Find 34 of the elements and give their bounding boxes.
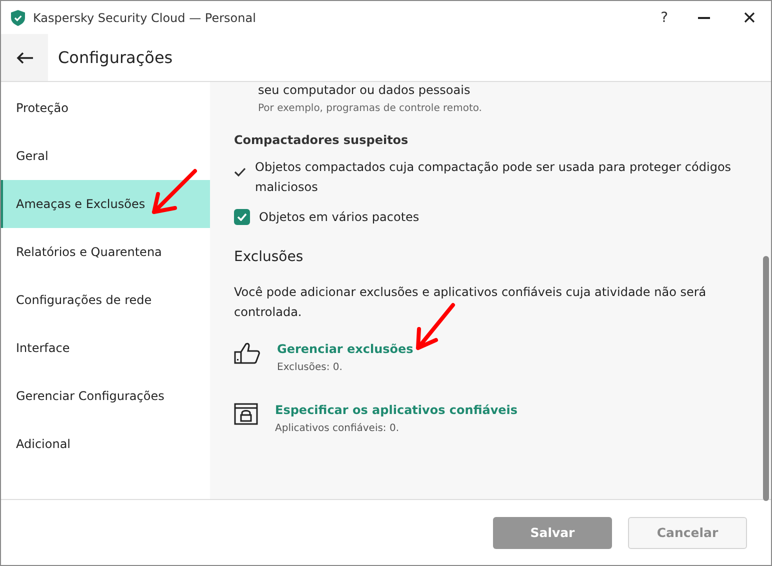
annotation-arrow xyxy=(413,302,458,352)
link-detail: Aplicativos confiáveis: 0. xyxy=(275,423,400,434)
window-lock-icon xyxy=(234,403,258,425)
back-arrow-icon xyxy=(16,52,34,64)
checkbox[interactable] xyxy=(234,209,250,225)
checkmark-icon[interactable] xyxy=(234,167,246,177)
sidebar-item[interactable]: Gerenciar Configurações xyxy=(1,372,210,420)
sidebar-item[interactable]: Relatórios e Quarentena xyxy=(1,228,210,276)
section-heading: Exclusões xyxy=(234,249,304,265)
settings-link[interactable]: Gerenciar exclusões xyxy=(277,342,414,356)
section-title: Compactadores suspeitos xyxy=(234,133,410,147)
sidebar-item[interactable]: Geral xyxy=(1,132,210,180)
shield-icon xyxy=(11,10,25,26)
option-label: Objetos em vários pacotes xyxy=(259,209,420,226)
sidebar-item[interactable]: Ameaças e Exclusões xyxy=(1,180,210,228)
settings-link[interactable]: Especificar os aplicativos confiáveis xyxy=(275,403,518,417)
sidebar-item[interactable]: Interface xyxy=(1,324,210,372)
sidebar-item[interactable]: Configurações de rede xyxy=(1,276,210,324)
sidebar-item[interactable]: Adicional xyxy=(1,420,210,468)
back-button[interactable] xyxy=(1,34,48,81)
close-icon[interactable] xyxy=(744,12,755,23)
option-hint: Por exemplo, programas de controle remoto. xyxy=(258,103,483,114)
help-button[interactable]: ? xyxy=(660,10,668,26)
option-label: Objetos compactados cuja compactação pode ser usada para proteger códigos maliciosos xyxy=(255,159,732,196)
sidebar-item[interactable]: Proteção xyxy=(1,84,210,132)
link-detail: Exclusões: 0. xyxy=(277,362,344,373)
window-title: Kaspersky Security Cloud — Personal xyxy=(33,10,256,24)
section-description: Você pode adicionar exclusões e aplicativos confiáveis cuja atividade não será controlada. xyxy=(234,284,708,321)
check-icon xyxy=(237,213,247,221)
page-title: Configurações xyxy=(58,48,173,67)
option-text: seu computador ou dados pessoais xyxy=(258,83,472,97)
scrollbar[interactable] xyxy=(763,256,769,501)
minimize-icon[interactable] xyxy=(698,16,710,18)
thumbs-up-icon xyxy=(234,342,260,364)
